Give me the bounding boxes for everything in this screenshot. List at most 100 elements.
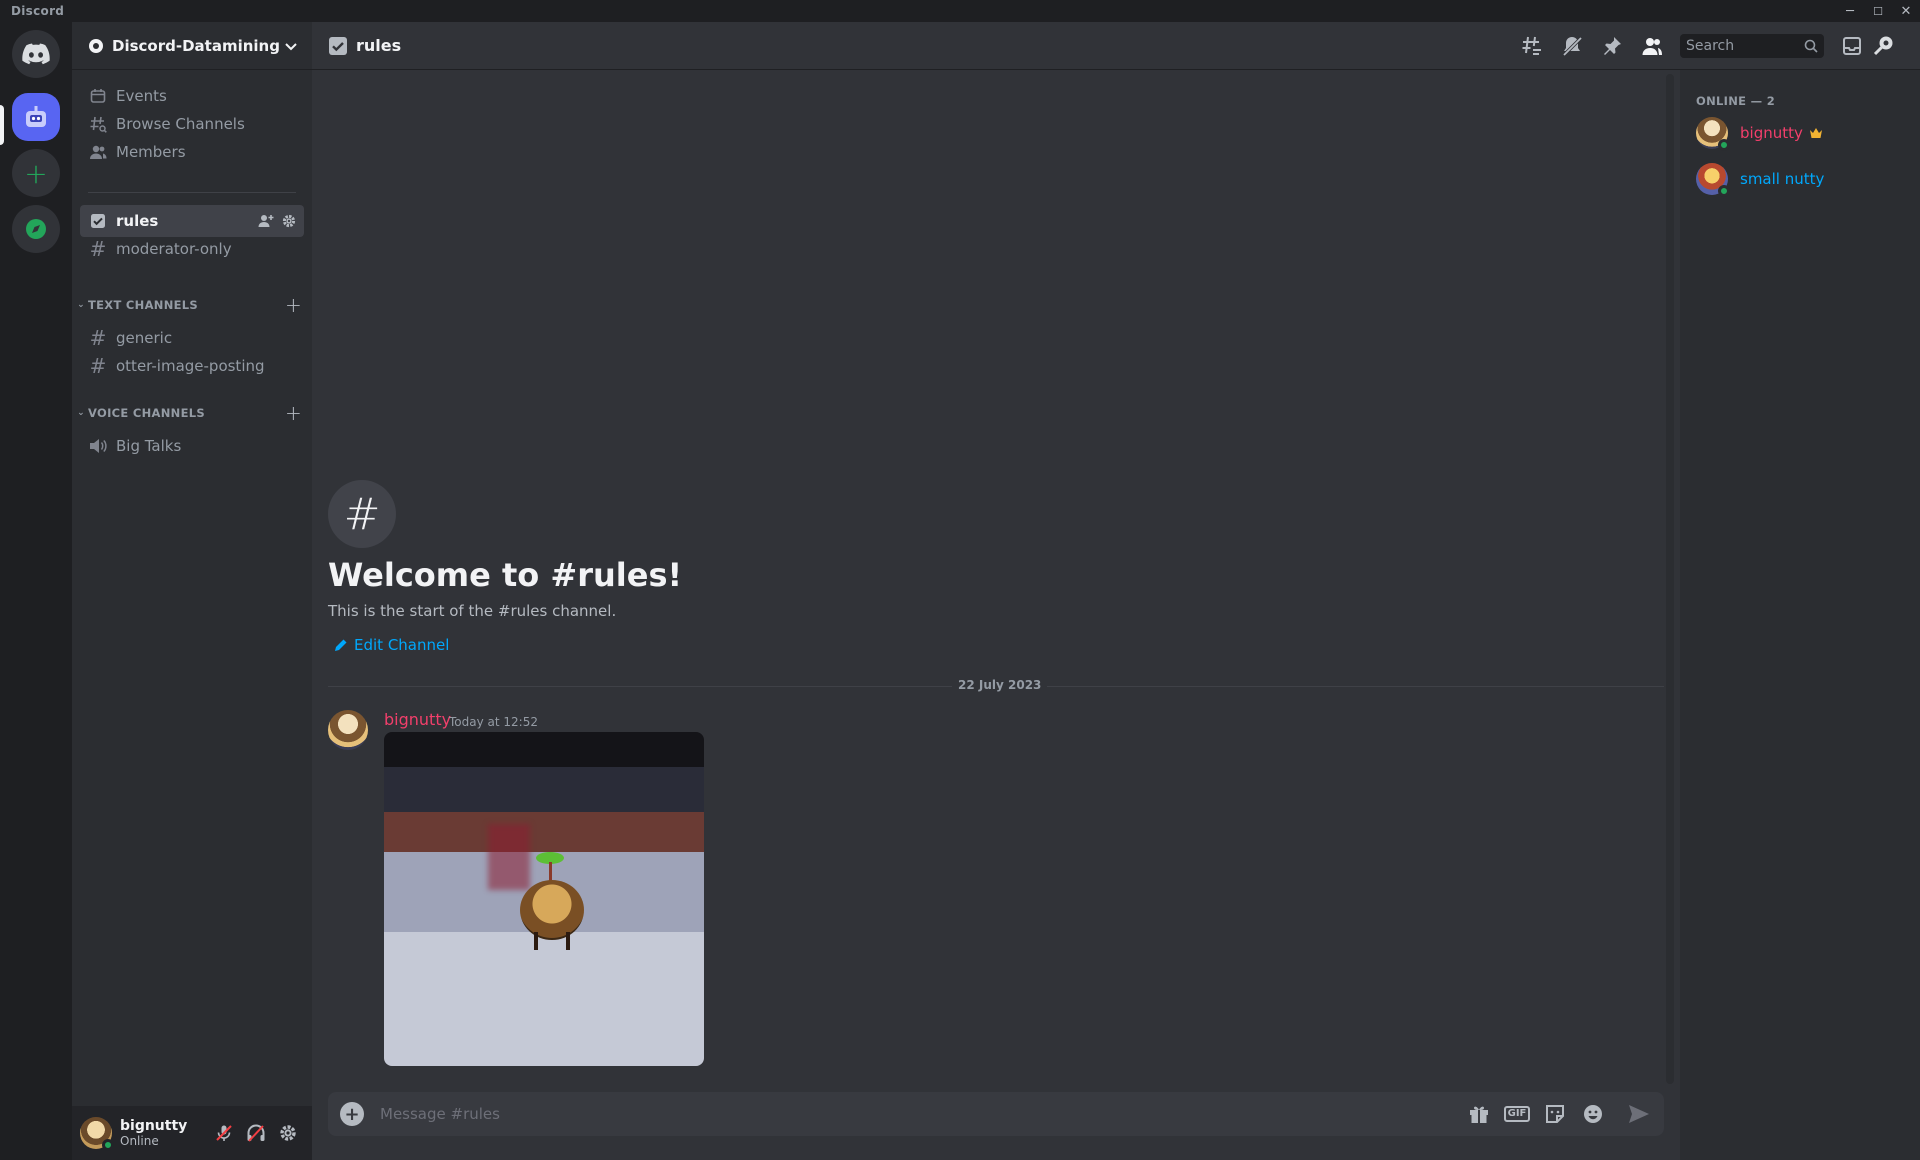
avatar [1696,117,1730,151]
edit-channel-link[interactable]: Edit Channel [334,636,449,654]
avatar [1696,163,1730,197]
member-item-bignutty[interactable]: bignutty [1688,112,1912,154]
user-panel-name: bignutty [120,1118,188,1134]
close-window-button[interactable]: ✕ [1892,0,1920,22]
channel-item-otter-image-posting[interactable]: # otter-image-posting [80,350,304,382]
avatar[interactable] [328,710,368,750]
welcome-subtitle: This is the start of the #rules channel. [328,602,617,620]
channel-item-moderator-only[interactable]: # moderator-only [80,233,304,265]
emoji-button[interactable] [1580,1101,1606,1127]
home-button[interactable] [12,30,60,78]
minimize-button[interactable]: ─ [1836,0,1864,22]
create-invite-icon[interactable] [258,214,274,228]
gift-button[interactable] [1466,1101,1492,1127]
sidebar-item-label: Browse Channels [116,115,245,133]
message-timestamp: Today at 12:52 [449,715,538,729]
member-name: small nutty [1740,170,1825,188]
date-divider-label: 22 July 2023 [952,678,1048,692]
window-titlebar: Discord ─ ☐ ✕ [0,0,1920,22]
server-icon-discord-datamining[interactable] [12,93,60,141]
calendar-icon [88,86,108,106]
sticker-button[interactable] [1542,1101,1568,1127]
user-panel: bignutty Online [72,1106,312,1160]
create-channel-button[interactable]: + [285,401,302,425]
members-icon [88,142,108,162]
member-name: bignutty [1740,124,1803,142]
welcome-title: Welcome to #rules! [328,556,683,594]
gif-button[interactable]: GIF [1503,1101,1531,1127]
notification-settings-button[interactable] [1560,34,1584,58]
help-button[interactable] [1872,34,1896,58]
category-label: VOICE CHANNELS [88,406,205,420]
browse-channels-icon [88,114,108,134]
category-label: TEXT CHANNELS [88,298,198,312]
gift-icon [1470,1106,1488,1123]
message-author[interactable]: bignutty [384,710,451,729]
image-leg [566,932,570,950]
send-button[interactable] [1626,1101,1652,1127]
sidebar-item-label: Members [116,143,186,161]
member-list: ONLINE — 2 bignutty small nutty [1680,70,1920,1160]
selected-server-indicator [0,105,4,145]
channel-title: rules [356,36,402,55]
channel-name: rules [116,212,159,230]
compass-icon [26,219,46,239]
category-voice-channels[interactable]: ⌄ VOICE CHANNELS + [74,401,302,425]
image-leg [534,932,538,950]
robot-server-icon [26,106,46,127]
threads-icon [1522,36,1541,55]
members-icon [1642,38,1662,55]
sidebar-divider [88,192,296,193]
crown-icon [1809,128,1822,138]
inbox-icon [1843,37,1861,55]
maximize-button[interactable]: ☐ [1864,0,1892,22]
category-text-channels[interactable]: ⌄ TEXT CHANNELS + [74,293,302,317]
channel-name: moderator-only [116,240,232,258]
message-composer[interactable]: + Message #rules GIF [328,1092,1664,1136]
channel-item-big-talks[interactable]: Big Talks [80,430,304,462]
search-placeholder: Search [1686,38,1735,54]
muted-bell-icon [1562,36,1583,57]
avatar[interactable] [80,1117,114,1151]
member-group-heading: ONLINE — 2 [1696,94,1775,108]
speaker-icon [88,436,108,456]
search-input[interactable]: Search [1680,34,1824,58]
threads-button[interactable] [1520,34,1544,58]
guild-name: Discord-Datamining [112,36,280,55]
channel-header: rules Search [312,22,1920,70]
deafen-button[interactable] [240,1117,272,1149]
app-title: Discord [11,4,65,18]
pinned-messages-button[interactable] [1600,34,1624,58]
message-scrollbar[interactable] [1666,74,1674,1084]
deafened-headphones-icon [247,1124,265,1142]
hash-icon: # [89,237,107,261]
server-rail: + [0,22,72,1160]
discord-logo-icon [22,43,50,65]
explore-servers-button[interactable] [12,205,60,253]
search-icon [1804,39,1818,53]
chevron-down-icon: ⌄ [77,300,85,310]
inbox-button[interactable] [1840,34,1864,58]
channel-name: otter-image-posting [116,357,265,375]
gear-icon[interactable] [282,214,296,228]
message-input[interactable]: Message #rules [380,1105,1454,1123]
add-server-button[interactable]: + [12,149,60,197]
hash-icon: # [89,326,107,350]
sidebar-item-members[interactable]: Members [80,136,304,168]
channel-name: Big Talks [116,437,182,455]
upload-button[interactable]: + [340,1102,364,1126]
chevron-down-icon: ⌄ [77,408,85,418]
gif-icon: GIF [1503,1106,1531,1122]
message-image-attachment[interactable] [384,732,704,1066]
member-list-toggle-button[interactable] [1640,34,1664,58]
mute-button[interactable] [208,1117,240,1149]
help-icon [1873,36,1893,56]
user-settings-button[interactable] [272,1117,304,1149]
member-item-small-nutty[interactable]: small nutty [1688,158,1912,200]
guild-header[interactable]: Discord-Datamining [72,22,312,70]
channel-sidebar: Discord-Datamining Events Browse Channel… [72,22,312,1160]
pencil-icon [335,639,347,651]
gear-icon [280,1125,296,1141]
image-background-detail [488,824,530,890]
create-channel-button[interactable]: + [285,293,302,317]
